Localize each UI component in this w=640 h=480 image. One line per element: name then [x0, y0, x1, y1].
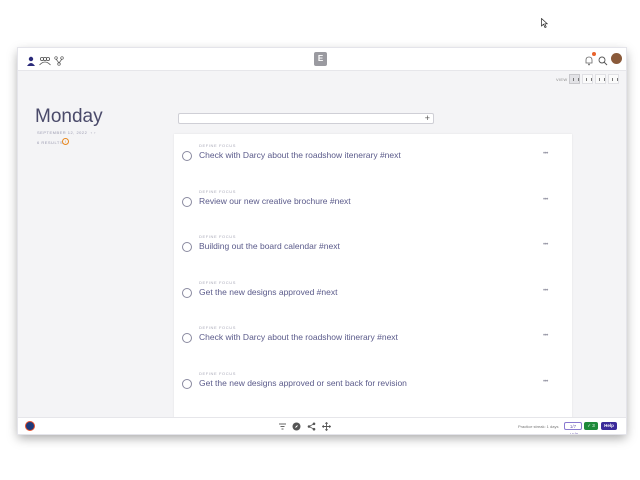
more-icon[interactable]: ••• [543, 242, 548, 248]
task-category: DEFINE FOCUS [199, 234, 236, 239]
date-prev-arrow-icon[interactable]: ‹ [89, 130, 92, 135]
page-title: Monday [35, 106, 103, 127]
task-title[interactable]: Get the new designs approved or sent bac… [199, 378, 407, 388]
date-next-arrow-icon[interactable]: › [94, 130, 96, 135]
avatar[interactable] [611, 53, 622, 64]
task-category: DEFINE FOCUS [199, 280, 236, 285]
help-button[interactable]: Help [601, 422, 617, 430]
compass-icon[interactable] [292, 422, 301, 433]
progress-badge[interactable]: 1/7 ✓1/2 [564, 422, 582, 434]
task-complete-checkbox[interactable] [182, 151, 192, 161]
columns-view-icon [586, 78, 592, 81]
task-title[interactable]: Review our new creative brochure #next [199, 196, 351, 206]
user-icon[interactable] [26, 53, 38, 66]
calendar-view-button[interactable] [608, 74, 619, 84]
add-task-input[interactable]: + [178, 113, 434, 124]
practice-streak-label: Practice streak: 1 days [518, 424, 559, 429]
task-complete-checkbox[interactable] [182, 242, 192, 252]
task-item[interactable]: DEFINE FOCUS Check with Darcy about the … [174, 316, 572, 356]
task-title[interactable]: Check with Darcy about the roadshow iten… [199, 150, 401, 160]
task-title[interactable]: Building out the board calendar #next [199, 241, 340, 251]
brand-logo-icon[interactable] [25, 421, 35, 431]
more-icon[interactable]: ••• [543, 333, 548, 339]
team-icon[interactable] [39, 53, 51, 66]
more-icon[interactable]: ••• [543, 197, 548, 203]
search-icon[interactable] [598, 53, 610, 66]
columns-view-button[interactable] [582, 74, 593, 84]
task-complete-checkbox[interactable] [182, 333, 192, 343]
date-label: SEPTEMBER 12, 2022 ‹ › [37, 130, 96, 135]
notification-dot [592, 52, 596, 56]
task-category: DEFINE FOCUS [199, 325, 236, 330]
task-item[interactable]: DEFINE FOCUS Review our new creative bro… [174, 180, 572, 220]
task-category: DEFINE FOCUS [199, 189, 236, 194]
task-item[interactable]: DEFINE FOCUS Get the new designs approve… [174, 271, 572, 311]
top-bar: E [18, 48, 626, 71]
more-icon[interactable]: ••• [543, 288, 548, 294]
list-view-button[interactable] [569, 74, 580, 84]
grid-view-icon [599, 78, 605, 81]
task-complete-checkbox[interactable] [182, 379, 192, 389]
view-label: VIEW [556, 77, 568, 82]
calendar-view-icon [612, 78, 618, 81]
results-info-icon[interactable]: ! [62, 138, 69, 145]
task-category: DEFINE FOCUS [199, 371, 236, 376]
network-icon[interactable] [54, 53, 66, 66]
share-icon[interactable] [307, 422, 316, 433]
results-count: 6 RESULTS [37, 140, 63, 145]
date-text: SEPTEMBER 12, 2022 [37, 130, 88, 135]
task-title[interactable]: Get the new designs approved #next [199, 287, 337, 297]
more-icon[interactable]: ••• [543, 151, 548, 157]
task-item[interactable]: DEFINE FOCUS Get the new designs approve… [174, 362, 572, 402]
task-complete-checkbox[interactable] [182, 288, 192, 298]
more-icon[interactable]: ••• [543, 379, 548, 385]
completed-badge[interactable]: ✓ 3 [584, 422, 598, 430]
mouse-cursor-icon [541, 17, 549, 30]
filter-icon[interactable] [278, 422, 287, 433]
task-item[interactable]: DEFINE FOCUS Check with Darcy about the … [174, 134, 572, 174]
task-list: DEFINE FOCUS Check with Darcy about the … [174, 134, 572, 434]
task-complete-checkbox[interactable] [182, 197, 192, 207]
task-category: DEFINE FOCUS [199, 143, 236, 148]
task-title[interactable]: Check with Darcy about the roadshow itin… [199, 332, 398, 342]
task-item[interactable]: DEFINE FOCUS Building out the board cale… [174, 225, 572, 265]
grid-view-button[interactable] [595, 74, 606, 84]
move-icon[interactable] [321, 421, 332, 433]
add-task-plus-icon[interactable]: + [425, 113, 430, 124]
app-window: E VIEW Monday SEPTEMBER 12, 2022 ‹ › 6 R… [18, 48, 626, 434]
list-view-icon [573, 78, 579, 81]
bottom-bar: Practice streak: 1 days 1/7 ✓1/2 ✓ 3 Hel… [18, 417, 626, 434]
app-logo[interactable]: E [314, 52, 327, 66]
